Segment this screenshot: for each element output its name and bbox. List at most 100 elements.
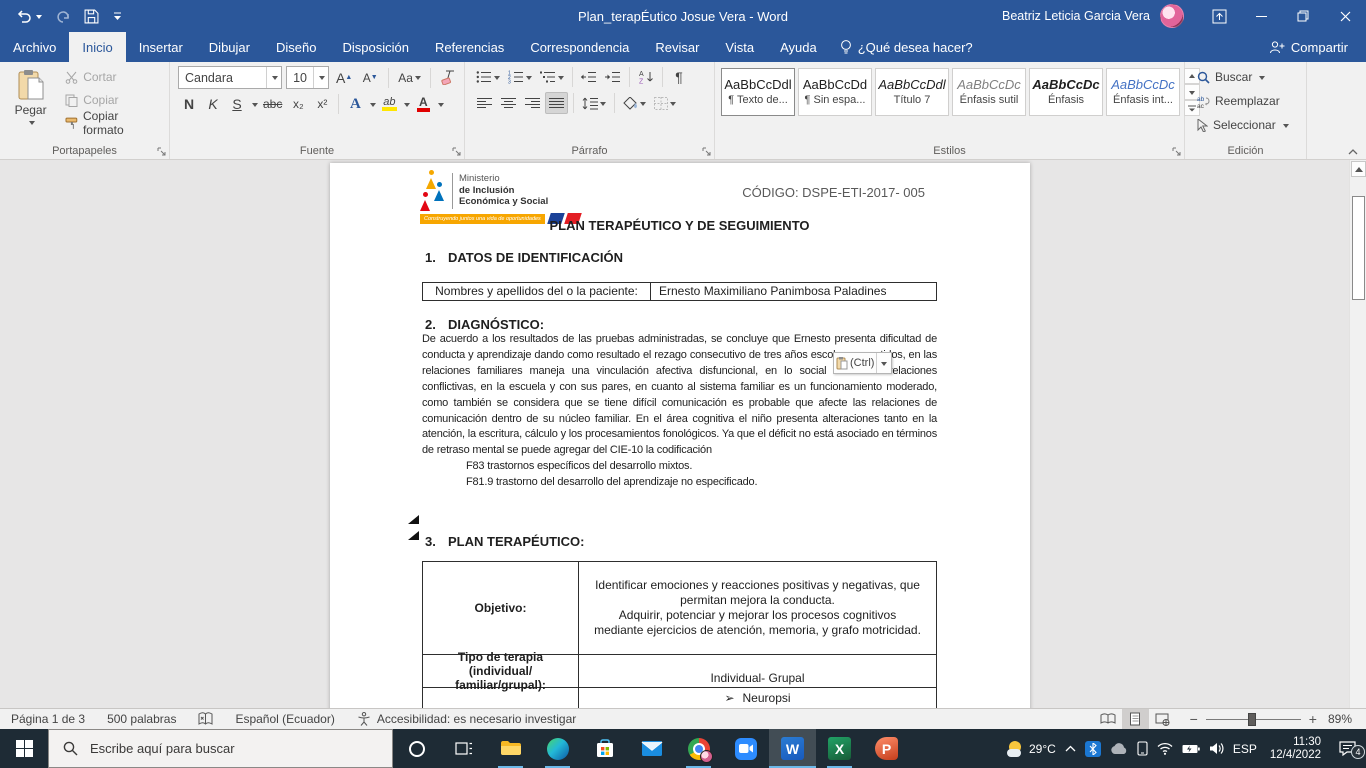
- web-layout-button[interactable]: [1149, 709, 1176, 729]
- word-taskbar-button[interactable]: W: [769, 729, 816, 768]
- document-page[interactable]: Ministerio de Inclusión Económica y Soci…: [330, 163, 1030, 708]
- battery-button[interactable]: [1182, 744, 1200, 754]
- shading-button[interactable]: [620, 92, 649, 114]
- language-button[interactable]: ESP: [1233, 742, 1257, 756]
- fuente-dialog-launcher[interactable]: [452, 147, 461, 156]
- read-mode-button[interactable]: [1095, 709, 1122, 729]
- powerpoint-taskbar-button[interactable]: P: [863, 729, 910, 768]
- justify-button[interactable]: [545, 92, 568, 114]
- zoom-level[interactable]: 89%: [1317, 709, 1366, 729]
- tab-vista[interactable]: Vista: [712, 32, 767, 62]
- sort-button[interactable]: AZ: [635, 66, 657, 88]
- highlight-caret-icon[interactable]: [404, 102, 411, 110]
- numbered-list-button[interactable]: 123: [505, 66, 535, 88]
- bluetooth-button[interactable]: [1084, 740, 1101, 757]
- save-button[interactable]: [84, 9, 99, 24]
- collapse-ribbon-button[interactable]: [1348, 149, 1358, 155]
- ribbon-display-options-button[interactable]: [1198, 0, 1240, 32]
- cortana-button[interactable]: [393, 729, 440, 768]
- document-area[interactable]: Ministerio de Inclusión Económica y Soci…: [0, 160, 1349, 708]
- underline-caret-icon[interactable]: [252, 102, 258, 110]
- style-texto-de[interactable]: AaBbCcDdl ¶ Texto de...: [721, 68, 795, 116]
- font-color-caret-icon[interactable]: [438, 102, 445, 110]
- scrollbar-thumb[interactable]: [1352, 196, 1365, 300]
- subscript-button[interactable]: x₂: [287, 93, 309, 115]
- chrome-button[interactable]: [675, 729, 722, 768]
- line-spacing-button[interactable]: [579, 92, 609, 114]
- action-center-button[interactable]: 4: [1334, 741, 1365, 759]
- tab-disposicion[interactable]: Disposición: [329, 32, 421, 62]
- text-effects-button[interactable]: A: [344, 93, 366, 115]
- font-family-combo[interactable]: Candara: [178, 66, 283, 89]
- volume-button[interactable]: [1209, 742, 1224, 755]
- tell-me-box[interactable]: ¿Qué desea hacer?: [830, 32, 983, 62]
- select-button[interactable]: Seleccionar: [1193, 114, 1302, 136]
- word-count[interactable]: 500 palabras: [96, 709, 187, 729]
- borders-button[interactable]: [651, 92, 679, 114]
- zoom-in-button[interactable]: +: [1309, 711, 1317, 727]
- minimize-button[interactable]: [1240, 0, 1282, 32]
- decrease-indent-button[interactable]: [578, 66, 600, 88]
- tab-insertar[interactable]: Insertar: [126, 32, 196, 62]
- shrink-font-button[interactable]: A ▼: [359, 67, 381, 89]
- tab-inicio[interactable]: Inicio: [69, 32, 126, 62]
- tab-archivo[interactable]: Archivo: [0, 32, 69, 62]
- customize-qat-button[interactable]: [113, 11, 122, 21]
- paste-options-caret[interactable]: [876, 353, 888, 373]
- excel-taskbar-button[interactable]: X: [816, 729, 863, 768]
- zoom-out-button[interactable]: −: [1190, 711, 1198, 727]
- your-phone-button[interactable]: [1137, 741, 1148, 756]
- strikethrough-button[interactable]: abc: [260, 93, 285, 115]
- mail-button[interactable]: [628, 729, 675, 768]
- file-explorer-button[interactable]: [487, 729, 534, 768]
- onedrive-button[interactable]: [1110, 742, 1128, 755]
- show-paragraph-marks-button[interactable]: ¶: [668, 66, 690, 88]
- tab-referencias[interactable]: Referencias: [422, 32, 517, 62]
- redo-button[interactable]: [56, 10, 70, 23]
- edge-button[interactable]: [534, 729, 581, 768]
- zoom-app-button[interactable]: [722, 729, 769, 768]
- font-size-combo[interactable]: 10: [286, 66, 330, 89]
- parrafo-dialog-launcher[interactable]: [702, 147, 711, 156]
- replace-button[interactable]: ab ac Reemplazar: [1193, 90, 1302, 112]
- style-enfasis-intenso[interactable]: AaBbCcDc Énfasis int...: [1106, 68, 1180, 116]
- text-effects-caret-icon[interactable]: [370, 102, 377, 110]
- vertical-scrollbar[interactable]: [1349, 160, 1366, 708]
- scroll-up-button[interactable]: [1351, 161, 1366, 177]
- print-layout-button[interactable]: [1121, 709, 1149, 729]
- start-button[interactable]: [0, 729, 48, 768]
- font-size-caret-icon[interactable]: [313, 67, 328, 88]
- clear-formatting-button[interactable]: [438, 67, 460, 89]
- font-color-button[interactable]: A: [412, 93, 434, 115]
- tab-dibujar[interactable]: Dibujar: [196, 32, 263, 62]
- zoom-slider[interactable]: [1205, 712, 1301, 726]
- grow-font-button[interactable]: A ▲: [333, 67, 355, 89]
- style-enfasis[interactable]: AaBbCcDc Énfasis: [1029, 68, 1103, 116]
- portapapeles-dialog-launcher[interactable]: [157, 147, 166, 156]
- align-left-button[interactable]: [473, 92, 495, 114]
- multilevel-list-button[interactable]: [537, 66, 567, 88]
- bullet-list-button[interactable]: [473, 66, 503, 88]
- clock[interactable]: 11:30 12/4/2022: [1270, 736, 1321, 762]
- change-case-button[interactable]: Aa: [396, 67, 423, 89]
- cut-button[interactable]: Cortar: [61, 66, 165, 88]
- tab-diseno[interactable]: Diseño: [263, 32, 329, 62]
- paste-button[interactable]: Pegar: [4, 66, 57, 141]
- tab-ayuda[interactable]: Ayuda: [767, 32, 830, 62]
- share-button[interactable]: Compartir: [1251, 32, 1366, 62]
- format-painter-button[interactable]: Copiar formato: [61, 109, 165, 137]
- restore-button[interactable]: [1282, 0, 1324, 32]
- tray-expand-button[interactable]: [1065, 745, 1076, 752]
- account-name[interactable]: Beatriz Leticia Garcia Vera: [1002, 9, 1150, 23]
- proofing-status[interactable]: [187, 709, 224, 729]
- style-sin-espaciado[interactable]: AaBbCcDd ¶ Sin espa...: [798, 68, 872, 116]
- font-family-caret-icon[interactable]: [266, 67, 281, 88]
- accessibility-status[interactable]: Accesibilidad: es necesario investigar: [346, 709, 587, 729]
- paste-options-popup[interactable]: (Ctrl): [833, 352, 892, 374]
- align-right-button[interactable]: [521, 92, 543, 114]
- wifi-button[interactable]: [1157, 742, 1173, 755]
- estilos-dialog-launcher[interactable]: [1172, 147, 1181, 156]
- copy-button[interactable]: Copiar: [61, 89, 165, 111]
- weather-button[interactable]: 29°C: [1007, 740, 1056, 757]
- style-titulo-7[interactable]: AaBbCcDdl Título 7: [875, 68, 949, 116]
